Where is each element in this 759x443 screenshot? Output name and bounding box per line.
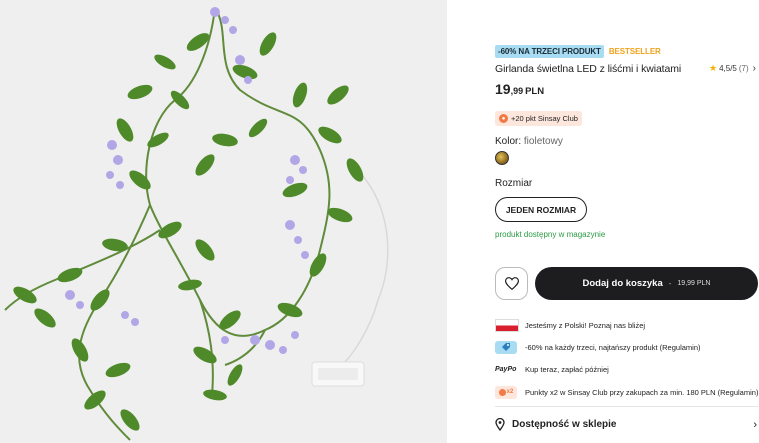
points-text: +20 pkt Sinsay Club <box>511 114 578 123</box>
rating-count: (7) <box>738 64 749 73</box>
divider <box>495 406 758 407</box>
location-pin-icon <box>495 418 505 431</box>
product-badges: -60% NA TRZECI PRODUKT BESTSELLER <box>495 45 661 58</box>
product-details-panel: -60% NA TRZECI PRODUKT BESTSELLER Girlan… <box>447 0 759 443</box>
chevron-right-icon: › <box>753 418 757 431</box>
tag-icon <box>495 340 517 354</box>
color-label-text: Kolor: <box>495 136 522 147</box>
loyalty-points-badge: ● +20 pkt Sinsay Club <box>495 111 582 126</box>
wishlist-button[interactable] <box>495 267 528 300</box>
store-availability-label: Dostępność w sklepie <box>512 419 617 430</box>
info-row-discount[interactable]: -60% na każdy trzeci, najtańszy produkt … <box>495 340 701 354</box>
coin-x2-icon: x2 <box>495 385 517 399</box>
add-to-cart-price: 19,99 PLN <box>677 280 711 287</box>
size-label: Rozmiar <box>495 178 533 189</box>
x2-label: x2 <box>506 389 514 395</box>
product-price: 19,99 PLN <box>495 81 544 99</box>
add-to-cart-button[interactable]: Dodaj do koszyka - 19,99 PLN <box>535 267 758 300</box>
store-availability-link[interactable]: Dostępność w sklepie › <box>495 418 757 431</box>
coin-icon: ● <box>499 114 508 123</box>
info-row-paypo[interactable]: PayPo Kup teraz, zapłać później <box>495 362 609 376</box>
garland-photo <box>0 0 447 443</box>
poland-flag-icon <box>495 318 519 332</box>
info-text: Punkty x2 w Sinsay Club przy zakupach za… <box>525 387 759 397</box>
color-value: fioletowy <box>523 136 563 147</box>
size-option-button[interactable]: JEDEN ROZMIAR <box>495 197 587 222</box>
paypo-logo: PayPo <box>495 365 517 373</box>
price-decimal: ,99 <box>510 86 524 96</box>
add-to-cart-separator: - <box>668 279 672 288</box>
product-image[interactable] <box>0 0 447 443</box>
rating-link[interactable]: ★ 4,5/5 (7) › <box>709 63 756 74</box>
bestseller-badge: BESTSELLER <box>608 47 661 56</box>
add-to-cart-label: Dodaj do koszyka <box>582 278 663 289</box>
color-label: Kolor: fioletowy <box>495 136 563 147</box>
star-icon: ★ <box>709 63 718 73</box>
sale-badge: -60% NA TRZECI PRODUKT <box>495 45 604 58</box>
info-text: Kup teraz, zapłać później <box>525 364 609 374</box>
rating-value: 4,5/5 <box>719 64 737 73</box>
price-currency: PLN <box>525 86 545 97</box>
product-title: Girlanda świetlna LED z liśćmi i kwiatam… <box>495 63 682 75</box>
info-text: Jesteśmy z Polski! Poznaj nas bliżej <box>525 320 646 330</box>
chevron-right-icon: › <box>752 63 756 74</box>
color-swatch[interactable] <box>495 151 509 165</box>
heart-icon <box>504 277 519 290</box>
info-text: -60% na każdy trzeci, najtańszy produkt … <box>525 342 701 352</box>
info-row-poland[interactable]: Jesteśmy z Polski! Poznaj nas bliżej <box>495 318 645 332</box>
stock-status: produkt dostępny w magazynie <box>495 230 606 239</box>
info-row-points-x2[interactable]: x2 Punkty x2 w Sinsay Club przy zakupach… <box>495 385 758 399</box>
price-integer: 19 <box>495 81 511 97</box>
